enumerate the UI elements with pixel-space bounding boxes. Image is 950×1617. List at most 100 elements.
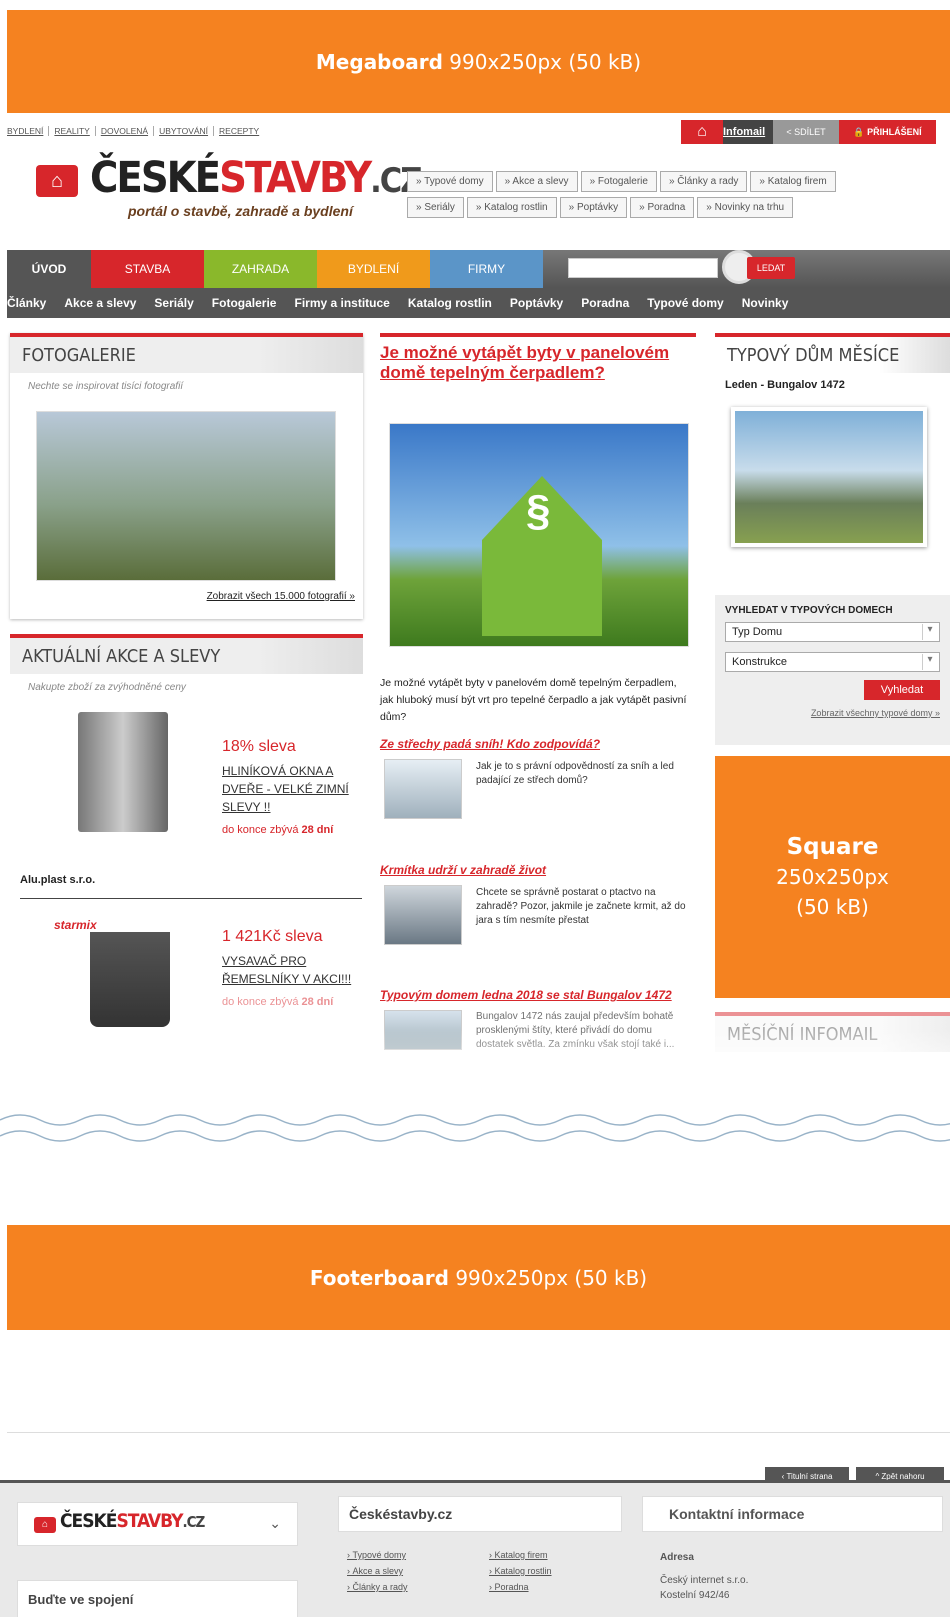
house-title: TYPOVÝ DŮM MĚSÍCE [715, 337, 950, 373]
login-button[interactable]: 🔒 PŘIHLÁŠENÍ [839, 120, 936, 144]
ad-size: 250x250px [776, 865, 889, 889]
home-icon[interactable]: ⌂ [681, 120, 723, 144]
toplink[interactable]: BYDLENÍ [7, 126, 50, 136]
logo-tagline: portál o stavbě, zahradě a bydlení [128, 203, 353, 219]
search-houses-button[interactable]: Vyhledat [864, 680, 940, 700]
footer-link[interactable]: › Katalog rostlin [489, 1566, 552, 1576]
window-product-image[interactable] [78, 712, 168, 832]
subnav-item[interactable]: Akce a slevy [64, 296, 136, 310]
all-houses-link[interactable]: Zobrazit všechny typové domy » [725, 708, 940, 718]
square-ad[interactable]: Square 250x250px (50 kB) [715, 756, 950, 998]
subnav-item[interactable]: Novinky [742, 296, 789, 310]
heat-pump-house-image[interactable]: § [389, 423, 689, 647]
paragraph-icon: § [526, 486, 551, 535]
article-title[interactable]: Typovým domem ledna 2018 se stal Bungalo… [380, 988, 672, 1002]
subnav-item[interactable]: Katalog rostlin [408, 296, 492, 310]
contact-title: Kontaktní informace [669, 1506, 805, 1522]
footer-link[interactable]: › Katalog firem [489, 1550, 548, 1560]
footer-link[interactable]: › Články a rady [347, 1582, 489, 1592]
gallery-panel: FOTOGALERIE Nechte se inspirovat tisíci … [10, 333, 363, 619]
search-input[interactable] [568, 258, 718, 278]
contact-header: Kontaktní informace [642, 1496, 943, 1532]
quick-link[interactable]: » Poptávky [559, 197, 628, 218]
footer-logo-card[interactable]: ⌂ ČESKÉSTAVBY.CZ ⌄ [17, 1502, 298, 1546]
company-name: Český internet s.r.o. [660, 1575, 749, 1586]
ad-name: Square [786, 834, 879, 860]
deal-remaining: do konce zbývá 28 dní [222, 824, 334, 836]
article-text: Chcete se správně postarat o ptactvo na … [476, 887, 686, 926]
deals-panel: AKTUÁLNÍ AKCE A SLEVY Nakupte zboží za z… [10, 634, 363, 1054]
infomail-link[interactable]: Infomail [723, 120, 773, 144]
deals-title: AKTUÁLNÍ AKCE A SLEVY [10, 638, 363, 674]
quick-link[interactable]: » Katalog firem [750, 171, 836, 192]
chevron-down-icon[interactable]: ⌄ [269, 1515, 281, 1532]
user-toolbar: ⌂ Infomail < SDÍLET 🔒 PŘIHLÁŠENÍ [681, 120, 936, 144]
login-label: PŘIHLÁŠENÍ [867, 127, 922, 137]
deals-subtitle: Nakupte zboží za zvýhodněné ceny [28, 682, 186, 693]
house-type-select[interactable]: Typ Domu [725, 622, 940, 642]
footer-link[interactable]: › Poradna [489, 1582, 529, 1592]
subnav-item[interactable]: Články [7, 296, 46, 310]
connect-card[interactable]: Buďte ve spojení [17, 1580, 298, 1617]
address-label: Adresa [660, 1552, 694, 1563]
deal-item: 1 421Kč sleva VYSAVAČ PRO ŘEMESLNÍKY V A… [222, 928, 362, 1008]
quick-link[interactable]: » Novinky na trhu [697, 197, 794, 218]
tab-uvod[interactable]: ÚVOD [7, 250, 91, 288]
construction-select[interactable]: Konstrukce [725, 652, 940, 672]
deal-name[interactable]: VYSAVAČ PRO ŘEMESLNÍKY V AKCI!!! [222, 952, 362, 988]
quick-link[interactable]: » Články a rady [659, 171, 748, 192]
footer-logo-text: ČESKÉSTAVBY.CZ [60, 1510, 205, 1532]
share-label: SDÍLET [794, 127, 826, 137]
contact-info: Adresa Český internet s.r.o. Kostelní 94… [660, 1550, 748, 1603]
subnav-item[interactable]: Fotogalerie [212, 296, 277, 310]
share-button[interactable]: < SDÍLET [773, 120, 839, 144]
sub-nav: Články Akce a slevy Seriály Fotogalerie Firm… [7, 288, 950, 318]
deal-discount: 1 421Kč sleva [222, 928, 323, 945]
article-title[interactable]: Ze střechy padá sníh! Kdo zodpovídá? [380, 737, 600, 751]
toplink[interactable]: RECEPTY [214, 126, 264, 136]
footer-link[interactable]: › Typové domy [347, 1550, 489, 1560]
toplink[interactable]: DOVOLENÁ [95, 126, 155, 136]
house-photo[interactable] [731, 407, 927, 547]
article-thumbnail[interactable] [384, 885, 462, 945]
deal-name[interactable]: HLINÍKOVÁ OKNA A DVEŘE - VELKÉ ZIMNÍ SLE… [222, 762, 362, 816]
article-title[interactable]: Krmítka udrží v zahradě život [380, 863, 546, 877]
news-column: Je možné vytápět byty v panelovém domě t… [380, 333, 696, 1053]
tab-stavba[interactable]: STAVBA [91, 250, 204, 288]
article-thumbnail[interactable] [384, 759, 462, 819]
subnav-item[interactable]: Poradna [581, 296, 629, 310]
tab-firmy[interactable]: FIRMY [430, 250, 543, 288]
footer: ⌂ ČESKÉSTAVBY.CZ ⌄ Buďte ve spojení Česk… [0, 1480, 950, 1617]
deal-company: Alu.plast s.r.o. [20, 874, 96, 886]
megaboard-ad[interactable]: Megaboard 990x250px (50 kB) [7, 10, 950, 113]
footerboard-ad[interactable]: Footerboard 990x250px (50 kB) [7, 1225, 950, 1330]
main-nav: ÚVOD STAVBA ZAHRADA BYDLENÍ FIRMY [7, 250, 950, 288]
gallery-all-link[interactable]: Zobrazit všech 15.000 fotografií » [207, 591, 355, 602]
toplink[interactable]: UBYTOVÁNÍ [154, 126, 215, 136]
subnav-item[interactable]: Poptávky [510, 296, 563, 310]
tab-bydleni[interactable]: BYDLENÍ [317, 250, 430, 288]
subnav-item[interactable]: Typové domy [647, 296, 723, 310]
subnav-item[interactable]: Seriály [154, 296, 193, 310]
toplink[interactable]: REALITY [49, 126, 96, 136]
house-logo-icon: ⌂ [34, 1517, 56, 1533]
quick-link[interactable]: » Seriály [407, 197, 464, 218]
lead-text: Je možné vytápět byty v panelovém domě t… [380, 677, 687, 723]
house-panel: TYPOVÝ DŮM MĚSÍCE Leden - Bungalov 1472 … [715, 333, 950, 745]
gallery-photo[interactable] [36, 411, 336, 581]
search-button[interactable]: LEDAT [747, 257, 795, 279]
house-name[interactable]: Leden - Bungalov 1472 [725, 379, 940, 391]
footer-link[interactable]: › Akce a slevy [347, 1566, 489, 1576]
quick-link[interactable]: » Fotogalerie [580, 171, 657, 192]
quick-link[interactable]: » Akce a slevy [495, 171, 578, 192]
quick-link[interactable]: » Katalog rostlin [466, 197, 557, 218]
vacuum-product-image[interactable] [90, 932, 170, 1027]
house-search-title: VYHLEDAT V TYPOVÝCH DOMECH [725, 605, 893, 616]
subnav-item[interactable]: Firmy a instituce [294, 296, 389, 310]
main-headline[interactable]: Je možné vytápět byty v panelovém domě t… [380, 343, 696, 383]
quick-link[interactable]: » Poradna [630, 197, 695, 218]
quick-link[interactable]: » Typové domy [407, 171, 493, 192]
share-icon: < [786, 127, 795, 137]
tab-zahrada[interactable]: ZAHRADA [204, 250, 317, 288]
connect-title: Buďte ve spojení [28, 1592, 134, 1607]
